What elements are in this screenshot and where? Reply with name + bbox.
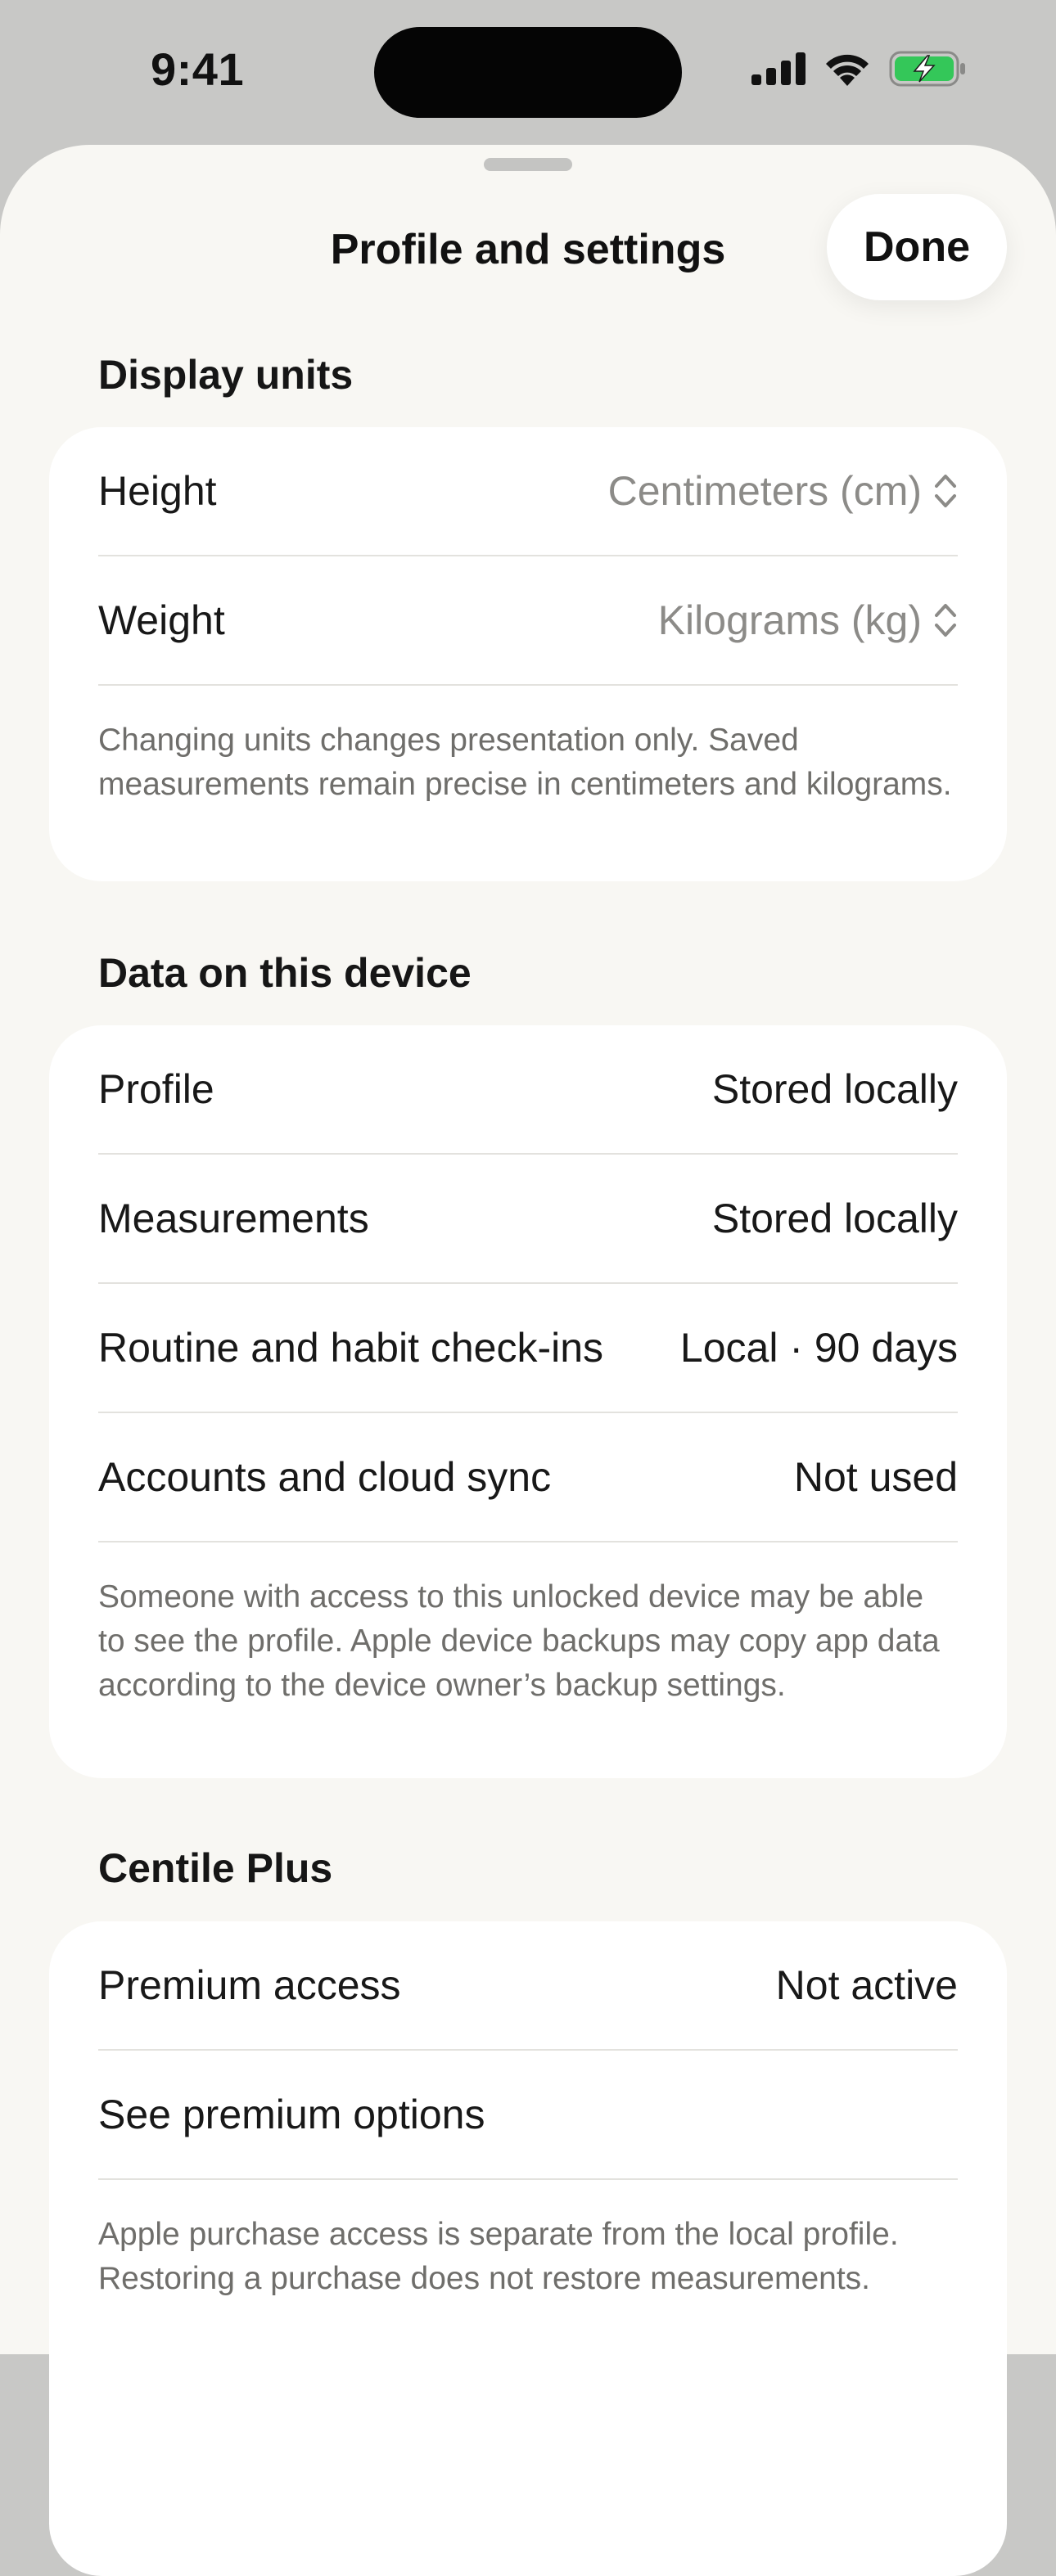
sheet-grabber[interactable] xyxy=(484,158,572,171)
weight-unit-row[interactable]: Weight Kilograms (kg) xyxy=(98,556,958,686)
chevron-up-down-icon xyxy=(935,475,956,507)
centile-plus-card: Premium access Not active See premium op… xyxy=(49,1921,1007,2576)
section-header-data-on-device: Data on this device xyxy=(98,950,472,996)
display-units-footnote: Changing units changes presentation only… xyxy=(98,723,952,802)
weight-unit-picker[interactable]: Kilograms (kg) xyxy=(658,597,958,644)
row-label: Height xyxy=(98,468,217,514)
row-label: Weight xyxy=(98,597,225,643)
done-button[interactable]: Done xyxy=(827,194,1007,300)
premium-access-row: Premium access Not active xyxy=(98,1921,958,2051)
dynamic-island xyxy=(374,27,682,118)
row-value: Local · 90 days xyxy=(679,1325,958,1371)
data-row-routine-checkins: Routine and habit check-ins Local · 90 d… xyxy=(98,1284,958,1413)
row-value: Not used xyxy=(793,1454,958,1500)
height-unit-picker[interactable]: Centimeters (cm) xyxy=(608,467,958,515)
data-on-device-card: Profile Stored locally Measurements Stor… xyxy=(49,1025,1007,1778)
battery-charging-icon xyxy=(889,51,965,87)
row-value: Centimeters (cm) xyxy=(607,468,922,514)
row-label: Accounts and cloud sync xyxy=(98,1454,552,1500)
section-header-centile-plus: Centile Plus xyxy=(98,1845,333,1891)
row-value: Stored locally xyxy=(711,1066,958,1112)
height-unit-row[interactable]: Height Centimeters (cm) xyxy=(98,427,958,556)
see-premium-options-link[interactable]: See premium options xyxy=(98,2091,485,2138)
data-row-profile: Profile Stored locally xyxy=(98,1025,958,1155)
data-row-measurements: Measurements Stored locally xyxy=(98,1155,958,1284)
row-value: Not active xyxy=(775,1962,958,2008)
see-premium-options-row[interactable]: See premium options xyxy=(98,2051,958,2180)
status-time: 9:41 xyxy=(151,43,245,95)
display-units-card: Height Centimeters (cm) Weight Kilograms… xyxy=(49,427,1007,881)
data-on-device-footnote: Someone with access to this unlocked dev… xyxy=(98,1579,940,1703)
data-row-cloud-sync: Accounts and cloud sync Not used xyxy=(98,1413,958,1542)
row-value: Kilograms (kg) xyxy=(657,597,922,643)
row-label: Profile xyxy=(98,1066,214,1112)
status-icons xyxy=(751,51,966,87)
section-header-display-units: Display units xyxy=(98,352,354,398)
settings-sheet: Profile and settings Done Display units … xyxy=(0,145,1056,2576)
row-label: Routine and habit check-ins xyxy=(98,1325,604,1371)
cellular-signal-icon xyxy=(751,52,806,85)
row-label: Premium access xyxy=(98,1962,401,2008)
row-value: Stored locally xyxy=(711,1196,958,1241)
chevron-up-down-icon xyxy=(935,604,956,637)
wifi-icon xyxy=(826,54,869,86)
row-label: Measurements xyxy=(98,1196,369,1241)
status-bar: 9:41 xyxy=(0,0,1056,146)
